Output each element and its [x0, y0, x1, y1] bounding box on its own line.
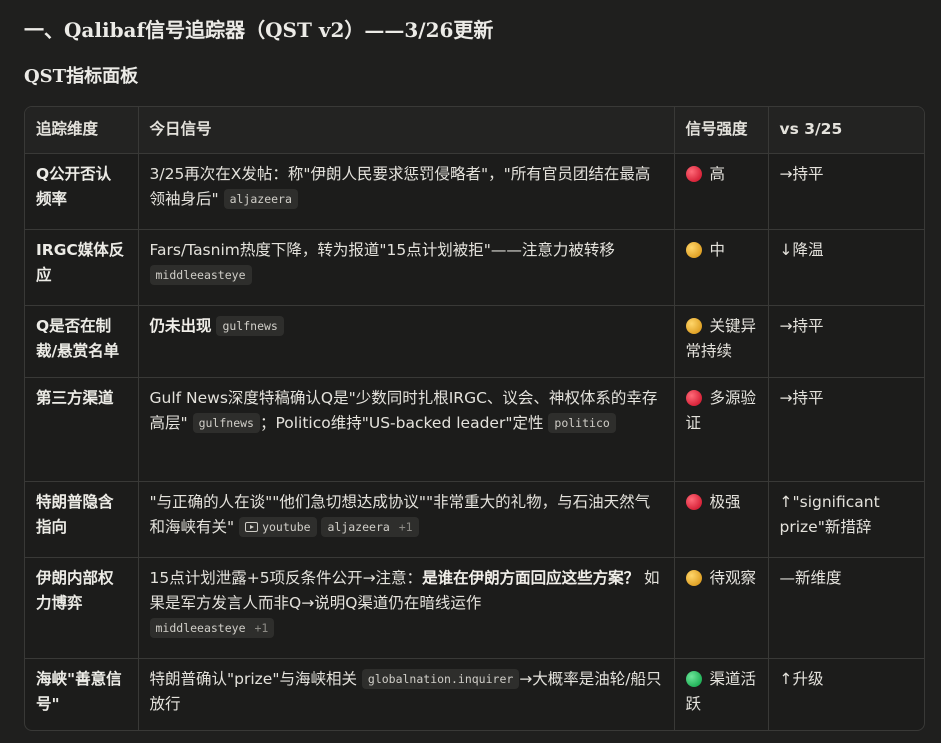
row-vs: —新维度 [768, 557, 924, 659]
source-label: aljazeera [327, 520, 390, 534]
row-dimension: 伊朗内部权力博弈 [25, 557, 139, 659]
row-dimension: Q是否在制裁/悬赏名单 [25, 305, 139, 378]
more-sources-count: +1 [398, 520, 413, 534]
source-chip[interactable]: middleeasteye [149, 265, 252, 285]
signal-text: 15点计划泄露+5项反条件公开→注意： [149, 569, 423, 587]
source-chip[interactable]: aljazeera +1 [321, 517, 419, 537]
strength-label: 待观察 [709, 569, 757, 587]
row-vs: →持平 [768, 377, 924, 482]
header-strength: 信号强度 [674, 107, 769, 154]
row-vs: ↑"significant prize"新措辞 [768, 481, 924, 558]
strength-label: 中 [709, 241, 726, 259]
row-vs: →持平 [768, 305, 924, 378]
row-vs: ↓降温 [768, 229, 924, 306]
page-title: 一、Qalibaf信号追踪器（QST v2）——3/26更新 [24, 18, 494, 42]
row-strength: 待观察 [674, 557, 769, 659]
source-label: youtube [262, 520, 311, 534]
green-circle-icon [685, 671, 702, 687]
strength-label: 高 [709, 165, 726, 183]
row-strength: 关键异常持续 [674, 305, 769, 378]
signal-text: 特朗普确认"prize"与海峡相关 [149, 670, 357, 688]
red-circle-icon [685, 390, 702, 406]
row-signal: Gulf News深度特稿确认Q是"少数同时扎根IRGC、议会、神权体系的幸存高… [138, 377, 675, 482]
source-chip[interactable]: gulfnews [216, 316, 284, 336]
yellow-circle-icon [685, 570, 702, 586]
source-chip-youtube[interactable]: youtube [239, 517, 317, 537]
red-circle-icon [685, 166, 702, 182]
row-strength: 中 [674, 229, 769, 306]
table-header-row: 追踪维度 今日信号 信号强度 vs 3/25 [25, 107, 924, 154]
row-vs: ↑升级 [779, 670, 824, 688]
more-sources-count: +1 [254, 621, 269, 635]
table-row: 伊朗内部权力博弈 15点计划泄露+5项反条件公开→注意：是谁在伊朗方面回应这些方… [25, 557, 924, 659]
table-row: Q是否在制裁/悬赏名单 仍未出现 gulfnews 关键异常持续 →持平 [25, 305, 924, 378]
header-dimension: 追踪维度 [25, 107, 139, 154]
signal-bold-text: 是谁在伊朗方面回应这些方案？ [422, 569, 640, 587]
row-signal: 3/25再次在X发帖：称"伊朗人民要求惩罚侵略者"，"所有官员团结在最高领袖身后… [138, 153, 675, 230]
red-circle-icon [685, 494, 702, 510]
row-vs: →持平 [768, 153, 924, 230]
strength-label: 极强 [709, 493, 741, 511]
source-label: middleeasteye [155, 621, 246, 635]
section-title: QST指标面板 [24, 66, 139, 87]
source-chip[interactable]: aljazeera [223, 189, 298, 209]
row-strength: 渠道活跃 [674, 658, 769, 730]
row-dimension: IRGC媒体反应 [25, 229, 139, 306]
table-row: 特朗普隐含指向 "与正确的人在谈""他们急切想达成协议""非常重大的礼物，与石油… [25, 481, 924, 558]
header-vs: vs 3/25 [768, 107, 924, 154]
table-row: IRGC媒体反应 Fars/Tasnim热度下降，转为报道"15点计划被拒"——… [25, 229, 924, 306]
qst-table: 追踪维度 今日信号 信号强度 vs 3/25 Q公开否认频率 3/25再次在X发… [24, 106, 925, 731]
source-chip[interactable]: middleeasteye +1 [149, 618, 275, 638]
row-dimension: Q公开否认频率 [25, 153, 139, 230]
row-strength: 多源验证 [674, 377, 769, 482]
qst-indicator-table: 追踪维度 今日信号 信号强度 vs 3/25 Q公开否认频率 3/25再次在X发… [25, 107, 924, 730]
yellow-circle-icon [685, 242, 702, 258]
row-signal: 仍未出现 gulfnews [138, 305, 675, 378]
row-dimension: 特朗普隐含指向 [25, 481, 139, 558]
table-row: 海峡"善意信号" 特朗普确认"prize"与海峡相关 globalnation.… [25, 658, 924, 730]
source-chip[interactable]: politico [548, 413, 616, 433]
row-signal: Fars/Tasnim热度下降，转为报道"15点计划被拒"——注意力被转移 mi… [138, 229, 675, 306]
source-chip[interactable]: gulfnews [192, 413, 260, 433]
row-signal: 特朗普确认"prize"与海峡相关 globalnation.inquirer →… [138, 658, 675, 730]
header-signal: 今日信号 [138, 107, 675, 154]
row-dimension: 第三方渠道 [25, 377, 139, 482]
signal-text: 仍未出现 [149, 317, 212, 335]
row-dimension: 海峡"善意信号" [25, 658, 139, 730]
youtube-icon [245, 522, 259, 532]
source-chip[interactable]: globalnation.inquirer [361, 669, 520, 689]
yellow-circle-icon [685, 318, 702, 334]
row-signal: "与正确的人在谈""他们急切想达成协议""非常重大的礼物，与石油天然气和海峡有关… [138, 481, 675, 558]
table-row: 第三方渠道 Gulf News深度特稿确认Q是"少数同时扎根IRGC、议会、神权… [25, 377, 924, 482]
row-strength: 高 [674, 153, 769, 230]
signal-text: Fars/Tasnim热度下降，转为报道"15点计划被拒"——注意力被转移 [149, 241, 615, 259]
signal-text: ；Politico维持"US-backed leader"定性 [259, 414, 544, 432]
row-signal: 15点计划泄露+5项反条件公开→注意：是谁在伊朗方面回应这些方案？ 如果是军方发… [138, 557, 675, 659]
table-row: Q公开否认频率 3/25再次在X发帖：称"伊朗人民要求惩罚侵略者"，"所有官员团… [25, 153, 924, 230]
row-strength: 极强 [674, 481, 769, 558]
